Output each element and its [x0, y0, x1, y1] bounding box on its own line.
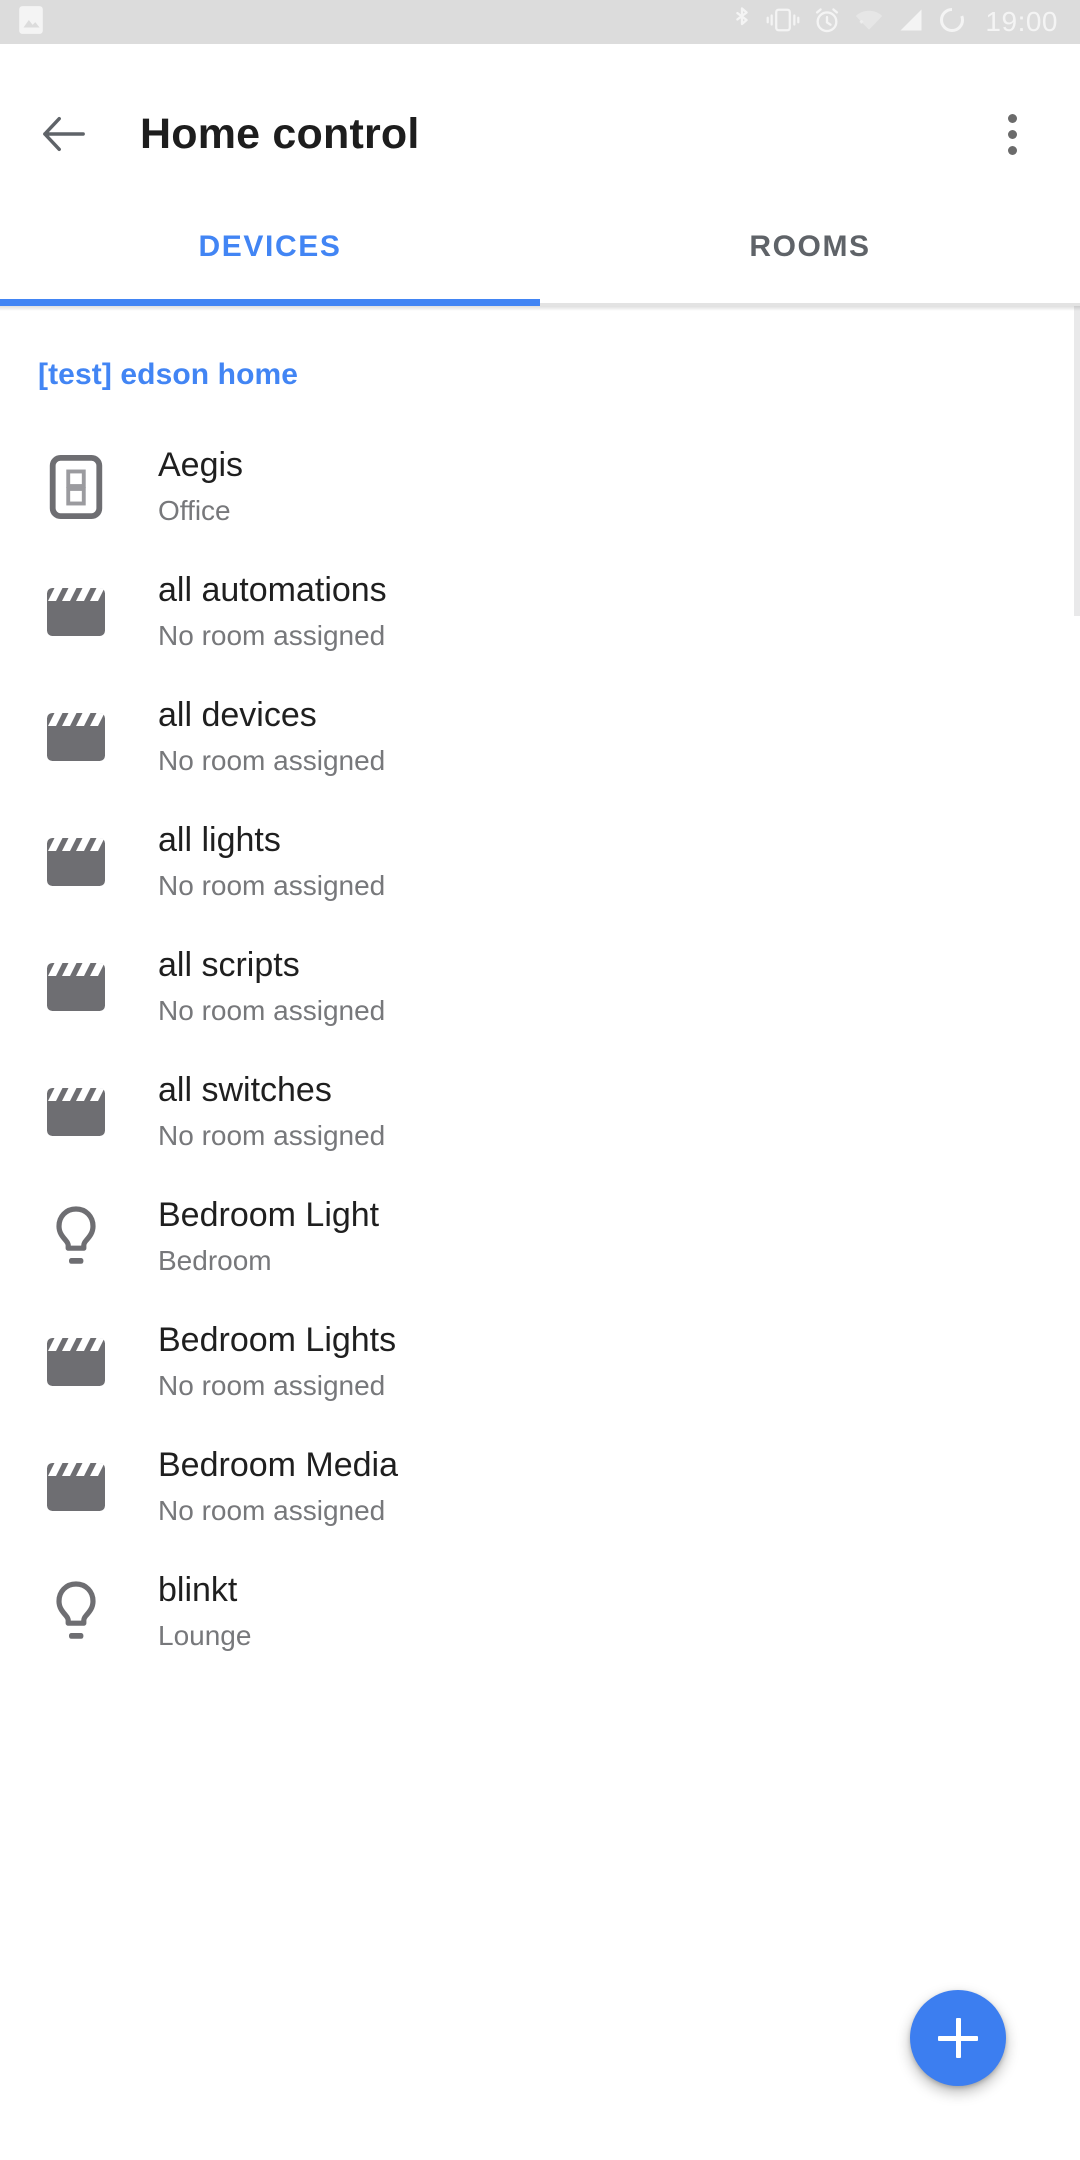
- alarm-icon: [813, 6, 841, 39]
- cellular-signal-icon: [897, 7, 925, 38]
- overflow-dot: [1008, 114, 1017, 123]
- vertical-scrollbar[interactable]: [1074, 306, 1080, 616]
- device-room: No room assigned: [158, 618, 387, 654]
- status-bar: 19:00: [0, 0, 1080, 44]
- device-room: No room assigned: [158, 1118, 385, 1154]
- device-list-item[interactable]: all devices No room assigned: [0, 674, 1080, 799]
- device-text: Aegis Office: [158, 444, 243, 529]
- device-list-item[interactable]: Bedroom Media No room assigned: [0, 1424, 1080, 1549]
- overflow-dot: [1008, 130, 1017, 139]
- device-list-item[interactable]: all switches No room assigned: [0, 1049, 1080, 1174]
- device-room: No room assigned: [158, 1493, 398, 1529]
- clapperboard-icon: [34, 585, 118, 639]
- device-list: Aegis Office all automations No room assign…: [0, 424, 1080, 1674]
- add-device-fab[interactable]: [910, 1990, 1006, 2086]
- device-name: Bedroom Lights: [158, 1319, 396, 1362]
- tab-devices[interactable]: DEVICES: [0, 224, 540, 306]
- device-list-item[interactable]: Aegis Office: [0, 424, 1080, 549]
- scroll-shadow: [0, 306, 1080, 311]
- section-header-home: [test] edson home: [0, 306, 1080, 392]
- device-room: No room assigned: [158, 1368, 396, 1404]
- overflow-dot: [1008, 146, 1017, 155]
- device-text: all automations No room assigned: [158, 569, 387, 654]
- device-name: all automations: [158, 569, 387, 612]
- clapperboard-icon: [34, 1460, 118, 1514]
- device-text: blinkt Lounge: [158, 1569, 251, 1654]
- light-switch-icon: [34, 454, 118, 520]
- device-text: all lights No room assigned: [158, 819, 385, 904]
- device-text: Bedroom Media No room assigned: [158, 1444, 398, 1529]
- status-bar-notifications: [18, 5, 44, 40]
- wifi-icon: [854, 7, 884, 38]
- tab-bar: DEVICES ROOMS: [0, 224, 1080, 306]
- back-arrow-icon: [41, 114, 87, 154]
- device-name: all switches: [158, 1069, 385, 1112]
- tab-active-indicator: [0, 299, 540, 306]
- device-name: Aegis: [158, 444, 243, 487]
- app-bar: Home control: [0, 44, 1080, 224]
- vibrate-icon: [766, 6, 800, 39]
- device-room: Office: [158, 493, 243, 529]
- device-name: all lights: [158, 819, 385, 862]
- device-name: all devices: [158, 694, 385, 737]
- device-name: Bedroom Media: [158, 1444, 398, 1487]
- back-button[interactable]: [30, 100, 98, 168]
- phone-screen: 19:00 Home control DEVICES ROOMS [test] …: [0, 0, 1080, 2160]
- device-room: No room assigned: [158, 993, 385, 1029]
- photo-notification-icon: [18, 5, 44, 40]
- status-bar-clock: 19:00: [985, 8, 1058, 36]
- clapperboard-icon: [34, 960, 118, 1014]
- clapperboard-icon: [34, 1085, 118, 1139]
- plus-icon: [956, 2018, 961, 2058]
- device-list-item[interactable]: all lights No room assigned: [0, 799, 1080, 924]
- device-list-scroll-area[interactable]: [test] edson home Aegis Office all automat…: [0, 306, 1080, 2160]
- device-text: all devices No room assigned: [158, 694, 385, 779]
- device-room: Bedroom: [158, 1243, 379, 1279]
- device-room: No room assigned: [158, 743, 385, 779]
- clapperboard-icon: [34, 710, 118, 764]
- device-text: Bedroom Light Bedroom: [158, 1194, 379, 1279]
- device-name: all scripts: [158, 944, 385, 987]
- device-room: No room assigned: [158, 868, 385, 904]
- status-bar-icons: 19:00: [731, 5, 1058, 40]
- device-name: Bedroom Light: [158, 1194, 379, 1237]
- device-list-item[interactable]: all automations No room assigned: [0, 549, 1080, 674]
- device-name: blinkt: [158, 1569, 251, 1612]
- device-text: all switches No room assigned: [158, 1069, 385, 1154]
- device-list-item[interactable]: Bedroom Lights No room assigned: [0, 1299, 1080, 1424]
- page-title: Home control: [140, 110, 420, 159]
- bluetooth-icon: [731, 5, 753, 40]
- device-text: Bedroom Lights No room assigned: [158, 1319, 396, 1404]
- device-text: all scripts No room assigned: [158, 944, 385, 1029]
- battery-icon: [938, 6, 966, 39]
- clapperboard-icon: [34, 835, 118, 889]
- lightbulb-icon: [34, 1203, 118, 1271]
- overflow-menu-button[interactable]: [978, 100, 1046, 168]
- tab-rooms[interactable]: ROOMS: [540, 224, 1080, 306]
- lightbulb-icon: [34, 1578, 118, 1646]
- device-list-item[interactable]: blinkt Lounge: [0, 1549, 1080, 1674]
- clapperboard-icon: [34, 1335, 118, 1389]
- device-room: Lounge: [158, 1618, 251, 1654]
- device-list-item[interactable]: all scripts No room assigned: [0, 924, 1080, 1049]
- device-list-item[interactable]: Bedroom Light Bedroom: [0, 1174, 1080, 1299]
